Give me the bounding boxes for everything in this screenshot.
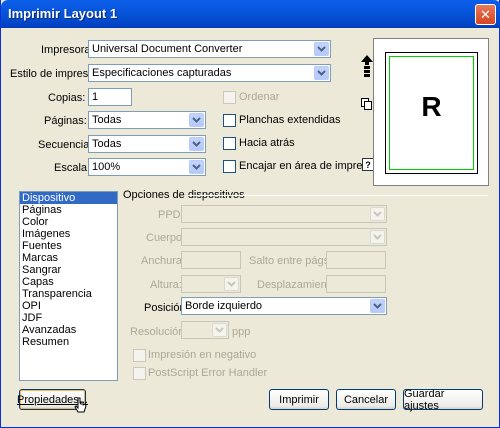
save-settings-button[interactable]: Guardar ajustes [403, 387, 483, 412]
resolution-select[interactable] [181, 321, 229, 339]
position-value: Borde izquierdo [185, 300, 263, 312]
printer-label: Impresora: [41, 44, 94, 56]
resolution-label: Resolución: [130, 326, 188, 338]
printer-select[interactable]: Universal Document Converter [88, 40, 331, 58]
pages-select[interactable]: Todas [88, 111, 206, 129]
preview-margin: R [389, 56, 474, 170]
page-copy-icon[interactable] [361, 98, 373, 110]
preview-letter: R [421, 91, 442, 122]
style-select[interactable]: Especificaciones capturadas [88, 64, 331, 82]
category-item[interactable]: Dispositivo [20, 192, 117, 204]
group-divider [188, 195, 488, 196]
offset-input[interactable] [326, 275, 386, 293]
chevron-down-icon [314, 66, 329, 80]
title-bar[interactable]: Imprimir Layout 1 ✕ [1, 0, 500, 28]
category-item[interactable]: Imágenes [20, 228, 117, 240]
close-icon: ✕ [480, 6, 491, 22]
reverse-label: Hacia atrás [239, 137, 295, 149]
scale-select[interactable]: 100% [88, 158, 206, 176]
print-dialog: Imprimir Layout 1 ✕ Impresora: Universal… [0, 0, 500, 428]
print-button[interactable]: Imprimir [269, 389, 329, 410]
width-label: Anchura: [141, 255, 186, 267]
chevron-down-icon [189, 137, 204, 151]
spreads-checkbox[interactable] [223, 114, 236, 127]
close-button[interactable]: ✕ [475, 4, 496, 25]
chevron-down-icon [314, 42, 329, 56]
category-item[interactable]: Capas [20, 276, 117, 288]
printer-value: Universal Document Converter [92, 43, 243, 55]
height-label: Altura: [150, 279, 182, 291]
window-title: Imprimir Layout 1 [8, 6, 118, 21]
pages-label: Páginas: [44, 115, 87, 127]
category-item[interactable]: JDF [20, 312, 117, 324]
category-item[interactable]: Transparencia [20, 288, 117, 300]
style-value: Especificaciones capturadas [92, 67, 232, 79]
copies-input[interactable]: 1 [88, 88, 132, 106]
gap-label: Salto entre págs.: [249, 255, 336, 267]
category-item[interactable]: OPI [20, 300, 117, 312]
collate-label: Ordenar [239, 91, 280, 103]
copies-label: Copias: [48, 92, 86, 104]
print-button-label: Imprimir [279, 393, 319, 406]
category-item[interactable]: Marcas [20, 252, 117, 264]
orientation-arrow-icon[interactable] [361, 55, 373, 85]
preview-page: R [385, 52, 478, 174]
scale-label: Escala: [54, 162, 91, 174]
sequence-label: Secuencia: [38, 139, 93, 151]
error-handler-checkbox[interactable] [133, 367, 146, 380]
reverse-checkbox[interactable] [223, 137, 236, 150]
category-item[interactable]: Color [20, 216, 117, 228]
chevron-down-icon [189, 160, 204, 174]
collate-checkbox[interactable] [223, 91, 236, 104]
category-item[interactable]: Resumen [20, 336, 117, 348]
chevron-down-icon [370, 230, 385, 244]
chevron-down-icon [224, 277, 239, 291]
height-select[interactable] [181, 275, 241, 293]
chevron-down-icon [189, 113, 204, 127]
gap-input[interactable] [326, 251, 386, 269]
error-handler-label: PostScript Error Handler [148, 367, 268, 379]
chevron-down-icon [370, 299, 385, 313]
save-settings-button-label: Guardar ajustes [404, 387, 445, 412]
scale-value: 100% [92, 161, 121, 173]
body-label: Cuerpo: [146, 232, 186, 244]
category-item[interactable]: Sangrar [20, 264, 117, 276]
category-item[interactable]: Páginas [20, 204, 117, 216]
category-item[interactable]: Fuentes [20, 240, 117, 252]
category-list[interactable]: Dispositivo Páginas Color Imágenes Fuentes Ma… [19, 191, 118, 381]
help-icon: ? [365, 159, 371, 170]
negative-checkbox[interactable] [133, 349, 146, 362]
negative-label: Impresión en negativo [148, 349, 257, 361]
chevron-down-icon [212, 323, 227, 337]
ppd-select[interactable] [181, 205, 387, 223]
sequence-select[interactable]: Todas [88, 135, 206, 153]
mouse-cursor-icon [74, 397, 88, 417]
spreads-label: Planchas extendidas [239, 114, 341, 126]
width-input[interactable] [181, 251, 241, 269]
ppd-label: PPD: [158, 209, 184, 221]
resolution-unit: ppp [232, 326, 251, 338]
chevron-down-icon [370, 207, 385, 221]
sequence-value: Todas [92, 138, 122, 150]
cancel-button-label: Cancelar [343, 393, 389, 406]
cancel-button[interactable]: Cancelar [336, 389, 396, 410]
pages-value: Todas [92, 114, 122, 126]
category-item[interactable]: Avanzadas [20, 324, 117, 336]
fit-checkbox[interactable] [223, 160, 236, 173]
position-select[interactable]: Borde izquierdo [181, 297, 387, 315]
body-select[interactable] [181, 228, 387, 246]
